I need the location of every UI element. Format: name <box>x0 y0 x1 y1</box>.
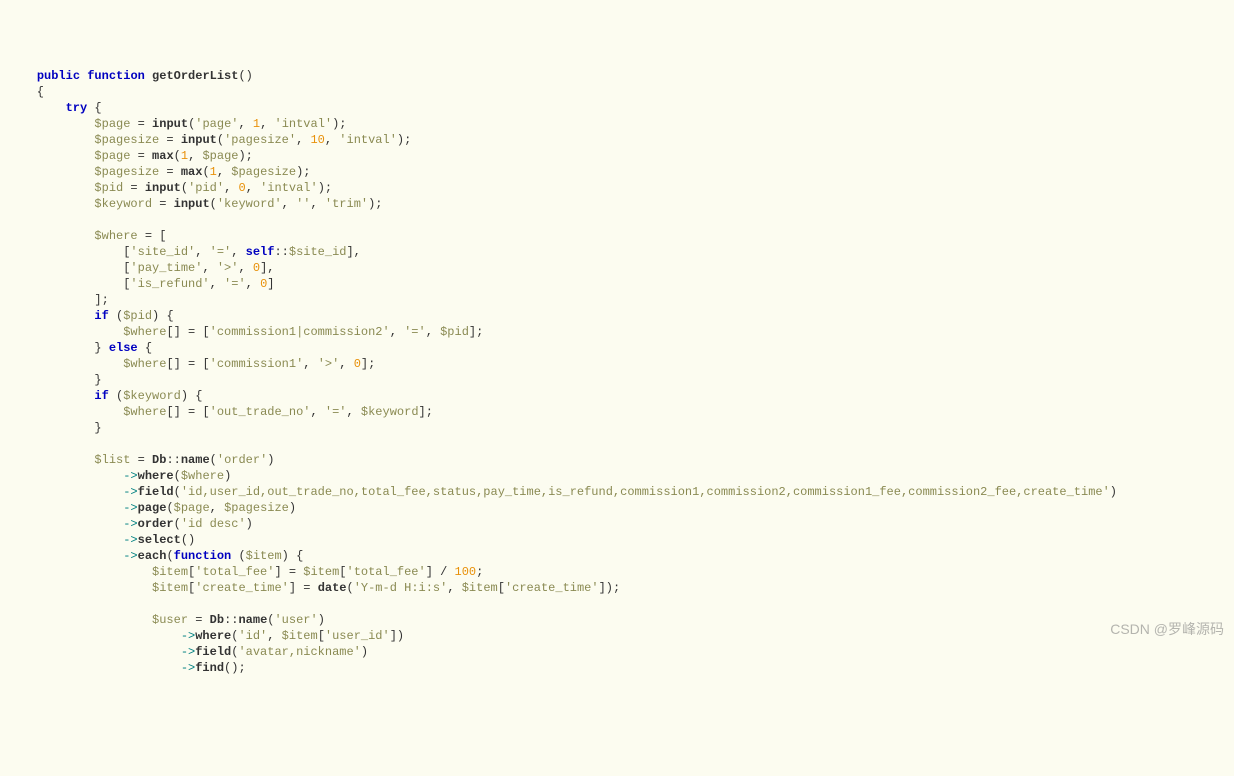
watermark: CSDN @罗峰源码 <box>1110 621 1224 637</box>
code-block: public function getOrderList() { try { $… <box>8 68 1226 676</box>
